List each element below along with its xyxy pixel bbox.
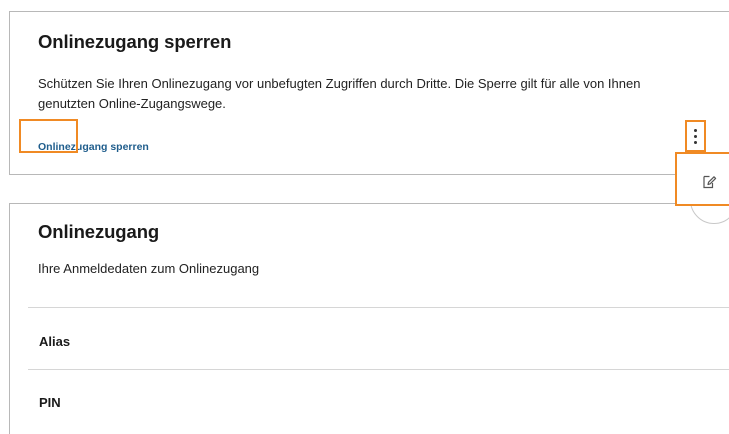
access-card-subtitle: Ihre Anmeldedaten zum Onlinezugang xyxy=(38,261,260,276)
divider xyxy=(28,369,729,370)
online-access-card: Onlinezugang Ihre Anmeldedaten zum Onlin… xyxy=(9,203,729,434)
lock-card-title: Onlinezugang sperren xyxy=(38,31,232,52)
page: Onlinezugang sperren Schützen Sie Ihren … xyxy=(0,0,729,434)
alias-row-label: Alias xyxy=(39,334,71,349)
access-card-title: Onlinezugang xyxy=(38,221,160,242)
lock-access-card: Onlinezugang sperren Schützen Sie Ihren … xyxy=(9,11,729,175)
alias-highlight-box xyxy=(19,119,78,153)
lock-card-description: Schützen Sie Ihren Onlinezugang vor unbe… xyxy=(38,76,641,111)
pin-row-label: PIN xyxy=(39,395,61,410)
divider xyxy=(28,307,729,308)
more-options-highlight-box xyxy=(685,120,706,152)
pencil-edit-icon[interactable] xyxy=(701,174,717,190)
